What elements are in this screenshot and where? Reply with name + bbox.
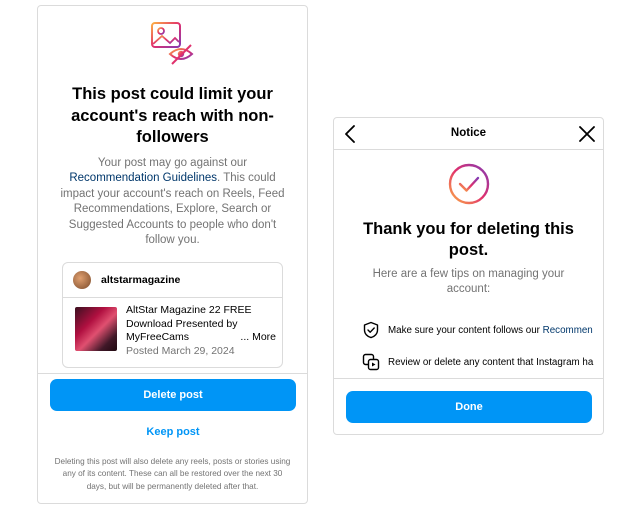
close-icon[interactable] <box>578 125 596 143</box>
notice-title: Thank you for deleting this post. <box>363 220 574 259</box>
post-preview: altstarmagazine AltStar Magazine 22 FREE… <box>62 262 283 368</box>
description-text-start: Your post may go against our <box>97 157 248 169</box>
delete-post-button[interactable]: Delete post <box>50 379 296 411</box>
post-preview-header: altstarmagazine <box>63 263 282 298</box>
caption-line: MyFreeCams <box>126 331 190 343</box>
avatar[interactable] <box>73 271 91 289</box>
media-review-icon <box>362 353 380 371</box>
tip-text: Review or delete any content that Instag… <box>388 356 594 368</box>
keep-post-button[interactable]: Keep post <box>50 421 296 443</box>
tip-text-main: Make sure your content follows our <box>388 324 543 336</box>
check-circle-icon <box>448 163 490 205</box>
divider <box>334 378 603 379</box>
notice-dialog: Notice Thank you for deleting this post.… <box>333 117 604 435</box>
post-username[interactable]: altstarmagazine <box>101 274 180 286</box>
tip-text: Make sure your content follows our Recom… <box>388 325 593 336</box>
done-button[interactable]: Done <box>346 391 592 423</box>
notice-header: Notice <box>334 118 603 150</box>
divider <box>38 373 307 374</box>
post-thumbnail[interactable] <box>75 307 117 351</box>
more-link[interactable]: ... More <box>240 331 276 345</box>
image-hidden-icon <box>151 22 194 65</box>
dialog-title: This post could limit your account's rea… <box>71 85 274 146</box>
caption-line: Download Presented by <box>126 317 238 330</box>
tip-item: Make sure your content follows our Recom… <box>362 320 603 340</box>
caption-line: AltStar Magazine 22 FREE <box>126 304 252 316</box>
notice-subtitle: Here are a few tips on managing your acc… <box>372 268 565 295</box>
dialog-description: Your post may go against our Recommendat… <box>58 156 287 248</box>
shield-check-icon <box>363 321 379 339</box>
deletion-footnote: Deleting this post will also delete any … <box>54 457 291 491</box>
post-date: Posted March 29, 2024 <box>126 344 235 357</box>
limit-reach-dialog: This post could limit your account's rea… <box>37 5 308 504</box>
post-preview-body: AltStar Magazine 22 FREE Download Presen… <box>63 298 282 367</box>
recommendation-guidelines-link[interactable]: Recommendation Guidelines <box>69 172 217 184</box>
notice-header-title: Notice <box>450 127 487 139</box>
post-caption: AltStar Magazine 22 FREE Download Presen… <box>126 304 276 358</box>
tip-item: Review or delete any content that Instag… <box>362 352 603 372</box>
caption-last-row: MyFreeCams ... More <box>126 331 276 345</box>
recommendation-guidelines-link[interactable]: Recommen <box>543 325 593 336</box>
